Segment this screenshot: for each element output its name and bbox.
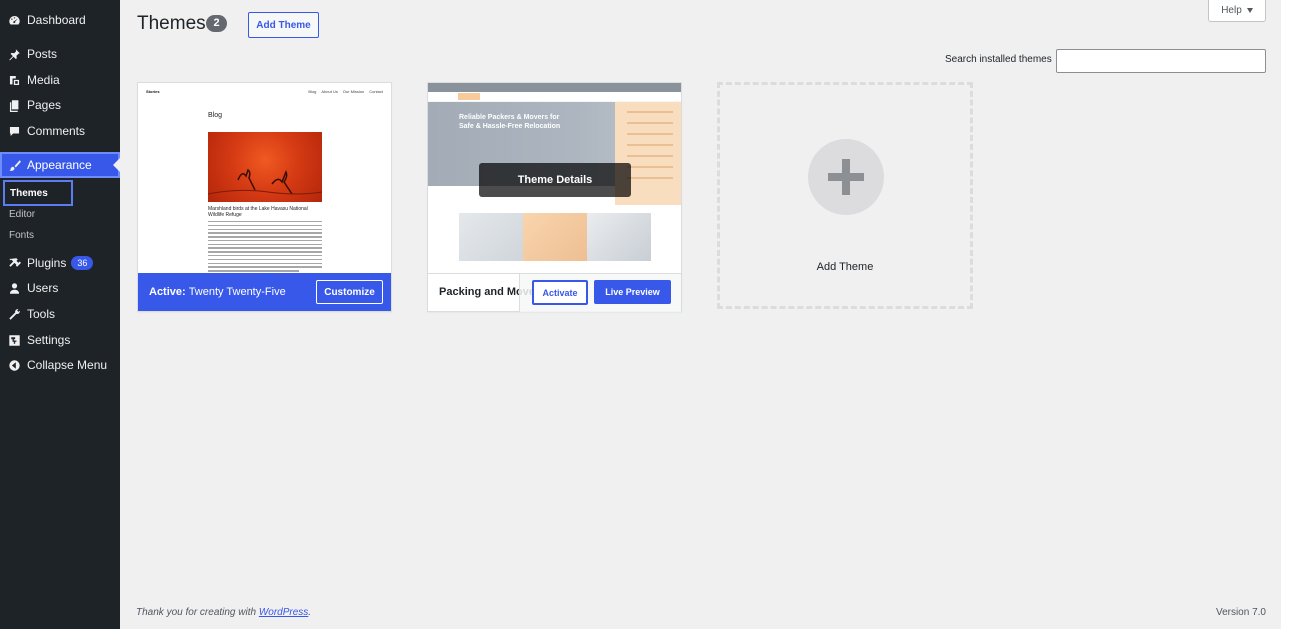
footer-thanks-text: Thank you for creating with (136, 607, 259, 618)
sidebar-item-media[interactable]: Media (0, 67, 120, 93)
main-content: Themes 2 Add Theme Help Search installed… (120, 0, 1281, 629)
add-new-theme-tile[interactable]: Add Theme (717, 82, 973, 309)
theme-card-packing-movers[interactable]: Reliable Packers & Movers for Safe & Has… (427, 82, 682, 312)
sidebar-item-dashboard[interactable]: Dashboard (0, 7, 120, 33)
submenu-item-fonts[interactable]: Fonts (0, 225, 120, 245)
sidebar-item-plugins[interactable]: Plugins 36 (0, 250, 120, 276)
sidebar-item-label: Settings (27, 333, 71, 347)
preview-nav: Stories Blog About Us Our Mission Contac… (146, 89, 383, 94)
brush-icon (7, 158, 21, 172)
pin-icon (7, 47, 21, 61)
sidebar-item-label: Dashboard (27, 13, 86, 27)
preview-featured-image (207, 132, 323, 202)
submenu-item-themes[interactable]: Themes (0, 180, 120, 206)
sidebar-item-settings[interactable]: Settings (0, 327, 120, 353)
active-label: Active: (149, 286, 186, 298)
preview-post-heading: Marshland birds at the Lake Havasu Natio… (208, 206, 308, 218)
theme-name: Twenty Twenty-Five (188, 286, 286, 298)
chevron-down-icon (1246, 8, 1253, 13)
page-title: Themes (137, 13, 206, 34)
dashboard-icon (7, 13, 21, 27)
theme-footer-active: Active: Twenty Twenty-Five Customize (138, 273, 391, 311)
submenu-label: Fonts (9, 229, 35, 241)
sidebar-item-posts[interactable]: Posts (0, 41, 120, 67)
media-icon (7, 73, 21, 87)
comments-icon (7, 124, 21, 138)
sidebar-item-pages[interactable]: Pages (0, 92, 120, 118)
sidebar-item-appearance[interactable]: Appearance (0, 152, 120, 178)
help-label: Help (1221, 5, 1242, 16)
sidebar-item-label: Media (27, 73, 60, 87)
wrench-icon (7, 307, 21, 321)
submenu-label: Editor (9, 208, 36, 220)
pages-icon (7, 98, 21, 112)
collapse-icon (7, 358, 21, 372)
search-label: Search installed themes (945, 54, 1052, 65)
preview-site-title: Stories (146, 89, 160, 94)
footer-thanks-suffix: . (308, 607, 312, 618)
sidebar-item-label: Comments (27, 124, 86, 138)
help-tab-button[interactable]: Help (1208, 0, 1266, 22)
theme-footer: Packing and Movers Activate Live Preview (428, 273, 681, 312)
add-new-theme-label: Add Theme (816, 261, 874, 273)
sidebar-item-comments[interactable]: Comments (0, 118, 120, 144)
page-scrollbar[interactable] (1281, 0, 1289, 629)
plugin-icon (7, 256, 21, 270)
preview-nav-link: Contact (369, 89, 383, 94)
submenu-label: Themes (3, 180, 73, 206)
preview-blog-title: Blog (208, 112, 223, 119)
collapse-menu-button[interactable]: Collapse Menu (0, 352, 120, 378)
plus-icon (808, 139, 884, 215)
sidebar-item-users[interactable]: Users (0, 275, 120, 301)
theme-screenshot[interactable]: Reliable Packers & Movers for Safe & Has… (428, 83, 681, 273)
users-icon (7, 281, 21, 295)
preview-nav-link: Blog (308, 89, 317, 94)
footer-version: Version 7.0 (1215, 607, 1266, 618)
wordpress-link[interactable]: WordPress (259, 607, 308, 618)
theme-actions: Activate Live Preview (519, 274, 681, 312)
settings-icon (7, 333, 21, 347)
theme-screenshot[interactable]: Stories Blog About Us Our Mission Contac… (138, 83, 391, 273)
preview-nav-link: About Us (321, 89, 338, 94)
live-preview-button[interactable]: Live Preview (594, 280, 671, 304)
add-theme-button[interactable]: Add Theme (248, 12, 319, 38)
sidebar-item-label: Plugins (27, 256, 67, 270)
sidebar-item-label: Users (27, 281, 59, 295)
plugins-update-badge: 36 (71, 256, 94, 270)
theme-details-button[interactable]: Theme Details (479, 163, 631, 197)
sidebar-item-label: Pages (27, 98, 62, 112)
sidebar-item-label: Tools (27, 307, 56, 321)
activate-button[interactable]: Activate (532, 280, 588, 305)
theme-card-active[interactable]: Stories Blog About Us Our Mission Contac… (137, 82, 392, 312)
customize-button[interactable]: Customize (316, 280, 383, 304)
sidebar-item-label: Collapse Menu (27, 358, 108, 372)
submenu-item-editor[interactable]: Editor (0, 204, 120, 224)
sidebar-item-label: Appearance (27, 158, 92, 172)
preview-nav-link: Our Mission (342, 89, 365, 94)
search-themes-input[interactable] (1056, 49, 1266, 73)
sidebar-item-label: Posts (27, 47, 58, 61)
theme-count-badge: 2 (206, 15, 227, 32)
preview-body-text (208, 221, 322, 273)
admin-sidebar: Dashboard Posts Media Pages Comments App… (0, 0, 120, 629)
footer-thanks: Thank you for creating with WordPress. (136, 607, 311, 618)
sidebar-item-tools[interactable]: Tools (0, 301, 120, 327)
